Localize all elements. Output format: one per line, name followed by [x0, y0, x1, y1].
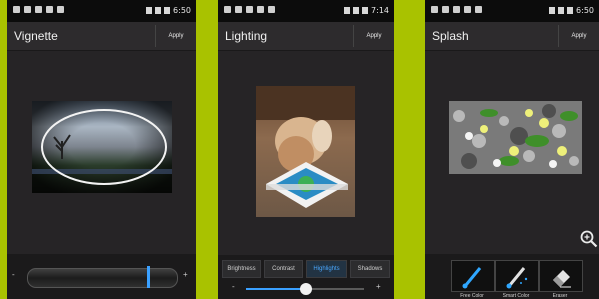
- screen-title: Lighting: [225, 29, 268, 43]
- smart-color-tool[interactable]: [495, 260, 539, 292]
- lighting-controls: Brightness Contrast Highlights Shadows -…: [218, 255, 394, 299]
- splash-tools: Free Color Smart Color Eraser: [425, 254, 599, 299]
- tab-contrast[interactable]: Contrast: [264, 260, 303, 278]
- zoom-in-icon[interactable]: [580, 230, 598, 248]
- status-time: 6:50: [173, 6, 191, 15]
- slider-plus[interactable]: +: [376, 282, 381, 291]
- eraser-tool[interactable]: [539, 260, 583, 292]
- highlights-slider-knob[interactable]: [300, 283, 312, 295]
- highlights-slider-fill: [246, 288, 304, 290]
- brush-icon: [462, 267, 482, 289]
- vignette-ellipse[interactable]: [32, 101, 172, 193]
- splash-photo: [449, 101, 582, 174]
- vignette-controls: - +: [7, 254, 196, 299]
- slider-minus[interactable]: -: [12, 270, 15, 279]
- screen-title: Vignette: [14, 29, 58, 43]
- title-bar: Splash Apply: [425, 22, 599, 51]
- slider-plus[interactable]: +: [183, 270, 188, 279]
- vignette-slider-marker[interactable]: [147, 266, 150, 288]
- free-color-tool[interactable]: [451, 260, 495, 292]
- smart-brush-icon: [506, 267, 528, 289]
- apply-button[interactable]: Apply: [353, 25, 394, 47]
- eraser-icon: [553, 270, 571, 288]
- apply-button[interactable]: Apply: [155, 25, 196, 47]
- smart-color-label: Smart Color: [502, 293, 530, 299]
- tab-shadows[interactable]: Shadows: [350, 260, 390, 278]
- tab-brightness[interactable]: Brightness: [222, 260, 261, 278]
- slider-minus[interactable]: -: [232, 282, 235, 291]
- screen-lighting: 7:14 Lighting Apply Brightness Contrast …: [218, 0, 394, 299]
- status-bar: 6:50: [7, 0, 196, 22]
- title-bar: Vignette Apply: [7, 22, 196, 51]
- status-bar: 7:14: [218, 0, 394, 22]
- apply-button[interactable]: Apply: [558, 25, 599, 47]
- screen-title: Splash: [432, 29, 469, 43]
- free-color-label: Free Color: [460, 293, 484, 299]
- tab-highlights[interactable]: Highlights: [306, 260, 347, 278]
- vignette-slider[interactable]: [27, 268, 178, 288]
- screen-vignette: 6:50 Vignette Apply - +: [7, 0, 196, 299]
- flowers-scene: [449, 101, 582, 174]
- rabbit-scene: [256, 86, 355, 208]
- status-time: 6:50: [576, 6, 594, 15]
- title-bar: Lighting Apply: [218, 22, 394, 51]
- screen-splash: 6:50 Splash Apply Free Color Smart Color…: [425, 0, 599, 299]
- eraser-label: Eraser: [552, 293, 568, 299]
- vignette-photo: [32, 101, 172, 193]
- status-bar: 6:50: [425, 0, 599, 22]
- status-time: 7:14: [371, 6, 389, 15]
- lighting-photo: [256, 86, 355, 217]
